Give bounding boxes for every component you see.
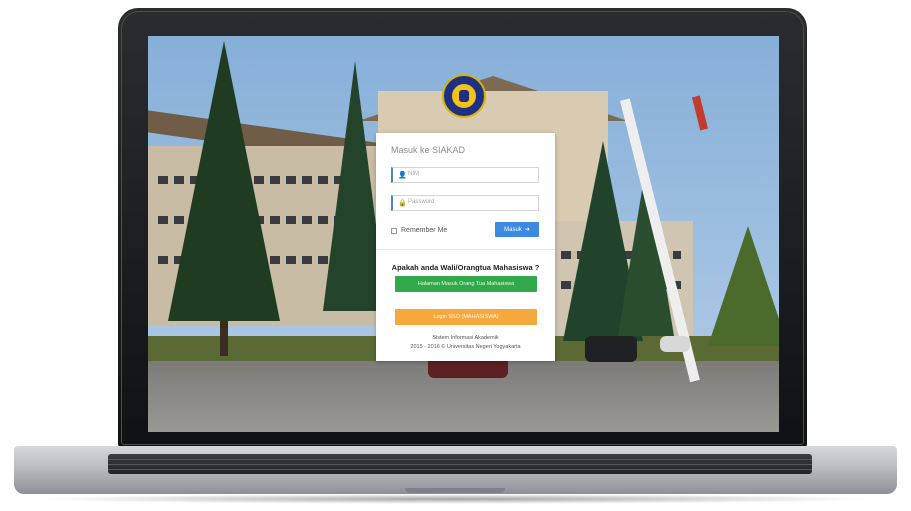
parked-car (585, 336, 637, 362)
laptop-shadow (30, 494, 881, 504)
logo-core (459, 90, 469, 102)
remember-checkbox[interactable] (391, 227, 397, 234)
key-row (108, 469, 812, 470)
laptop-screen: Masuk ke SIAKAD 👤 NIM 🔒 Password Remembe… (148, 36, 779, 432)
laptop-notch (405, 488, 505, 493)
logo-emblem (452, 84, 476, 108)
username-placeholder: NIM (408, 171, 419, 177)
login-button[interactable]: Masuk ➜ (495, 222, 539, 237)
laptop-keyboard (108, 454, 812, 474)
login-title: Masuk ke SIAKAD (391, 145, 466, 155)
remember-me[interactable]: Remember Me (391, 227, 447, 234)
sign-in-icon: ➜ (524, 227, 530, 233)
parent-login-button[interactable]: Halaman Masuk Orang Tua Mahasiswa (395, 276, 537, 292)
login-button-label: Masuk (504, 226, 522, 233)
key-row (108, 459, 812, 460)
remember-label: Remember Me (401, 227, 448, 234)
parked-car (660, 336, 690, 352)
footer-line-2: 2015 - 2016 © Universitas Negeri Yogyaka… (410, 344, 521, 350)
lock-icon: 🔒 (398, 200, 407, 207)
university-logo (442, 74, 486, 118)
footer-line-1: Sistem Informasi Akademik (432, 335, 499, 341)
login-card: Masuk ke SIAKAD 👤 NIM 🔒 Password Remembe… (376, 133, 555, 361)
password-field[interactable]: 🔒 Password (391, 195, 539, 211)
pine-tree (168, 41, 280, 321)
leafy-tree (708, 226, 779, 346)
parent-question: Apakah anda Wali/Orangtua Mahasiswa ? (391, 263, 540, 272)
user-icon: 👤 (398, 172, 407, 179)
key-row (108, 464, 812, 465)
sso-login-button[interactable]: Login SSO (MAHASISWA) (395, 309, 537, 325)
password-placeholder: Password (408, 199, 435, 205)
username-field[interactable]: 👤 NIM (391, 167, 539, 183)
divider (376, 249, 555, 250)
